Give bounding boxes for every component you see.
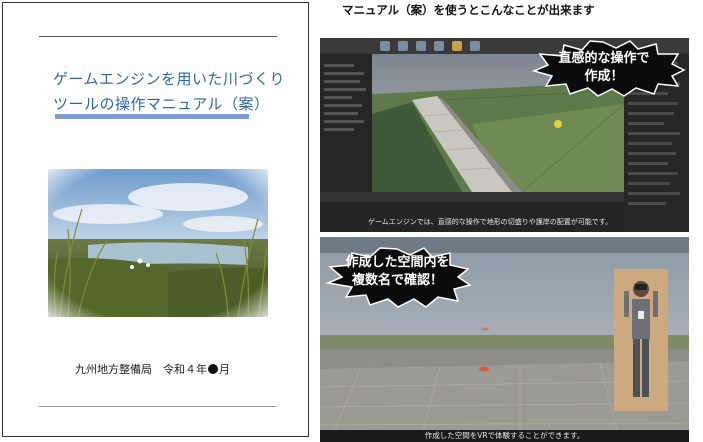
vr-bubble-text: 作成した空間内を 複数名で確認！ [340,254,455,290]
editor-caption: ゲームエンジンでは、直感的な操作で地形の切盛りや護岸の配置が可能です。 [368,218,613,226]
cover-landscape-photo [48,169,268,317]
organization-suffix: 月 [219,363,230,376]
save-icon [380,41,390,51]
vr-user-photo [614,269,668,411]
editor-modes-panel [320,54,372,192]
blueprint-icon [434,41,444,51]
cover-bottom-rule [39,406,277,407]
editor-bubble-line2: 作成！ [584,69,624,84]
organization-prefix: 九州地方整備局 令和４年 [75,363,207,376]
play-icon [470,41,480,51]
cover-top-rule [39,36,277,37]
build-icon [452,41,462,51]
manual-cover: ゲームエンジンを用いた川づくり ツールの操作マニュアル（案） 九州地方整備局 令… [2,2,309,437]
cover-organization: 九州地方整備局 令和４年月 [75,361,285,377]
vr-bubble-line2: 複数名で確認！ [351,273,443,288]
editor-bubble-text: 直感的な操作で 作成！ [554,50,654,86]
cover-title: ゲームエンジンを用いた川づくり ツールの操作マニュアル（案） [53,67,293,117]
content-browser-tabs [320,192,624,202]
editor-screenshot: ゲームエンジンでは、直感的な操作で地形の切盛りや護岸の配置が可能です。 直感的な… [320,38,689,232]
right-heading: マニュアル（案）を使うとこんなことが出来ます [342,3,595,17]
editor-bubble-line1: 直感的な操作で [558,51,650,66]
cover-title-line1: ゲームエンジンを用いた川づくり [53,70,286,88]
vr-screenshot: 作成した空間をVRで体験することができます。 作成した空間内を 複数名で確認！ [320,237,689,442]
settings-icon [416,41,426,51]
cover-title-underline [55,114,249,119]
vr-bubble-line1: 作成した空間内を [345,255,450,270]
month-placeholder-dot [208,364,218,374]
source-icon [398,41,408,51]
vr-caption: 作成した空間をVRで体験することができます。 [320,430,689,442]
